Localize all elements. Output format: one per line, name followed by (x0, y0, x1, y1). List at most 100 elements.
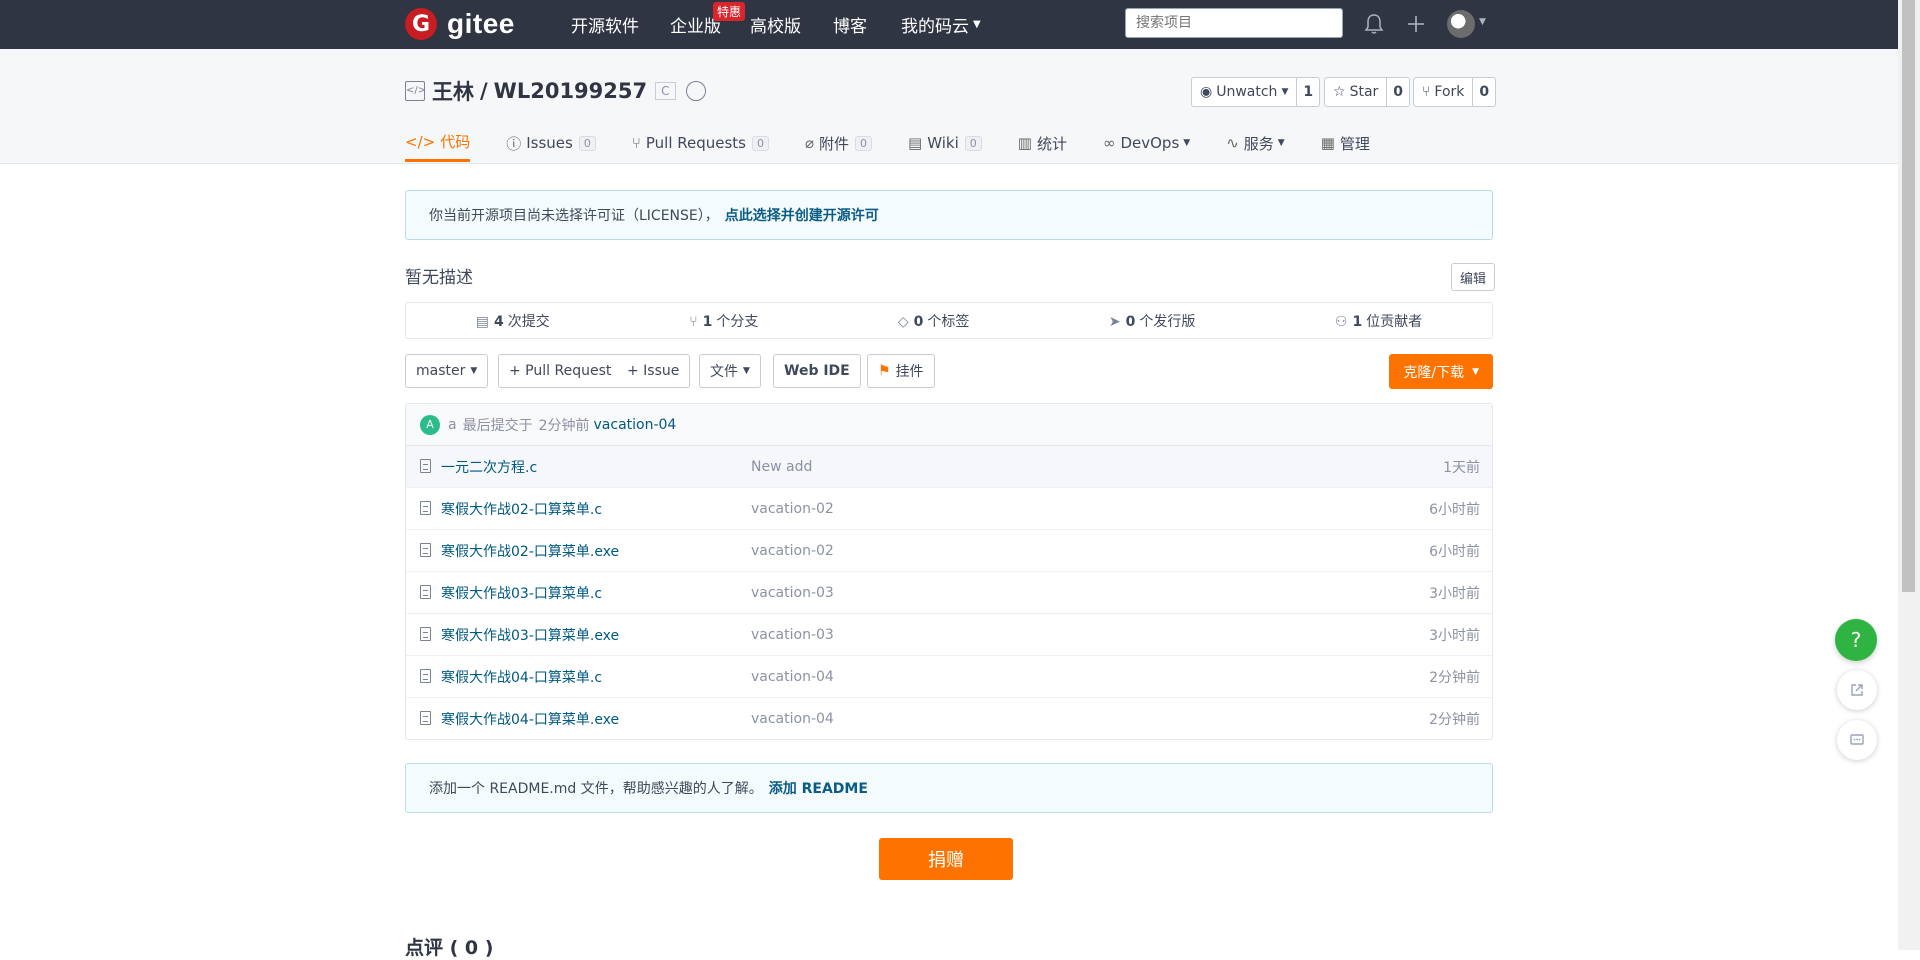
bookmark-icon: ⚑ (878, 363, 891, 379)
search-input[interactable] (1125, 8, 1343, 38)
commit-message[interactable]: vacation-04 (594, 417, 677, 433)
top-navbar: G gitee 开源软件 企业版 特惠 高校版 博客 我的码云 ▼ ▼ (0, 0, 1898, 49)
stat-releases[interactable]: ➤ 0 个发行版 (1109, 311, 1195, 331)
issues-count: 0 (578, 135, 596, 151)
file-time: 6小时前 (1429, 501, 1480, 518)
file-name[interactable]: 寒假大作战04-口算菜单.exe (441, 709, 619, 729)
pull-requests-count: 0 (752, 135, 769, 151)
chat-icon[interactable] (1837, 720, 1877, 760)
tab-code[interactable]: </> 代码 (405, 124, 471, 162)
file-commit-message[interactable]: New add (751, 459, 812, 475)
bell-icon[interactable] (1362, 12, 1386, 36)
file-row[interactable]: 寒假大作战04-口算菜单.exe vacation-04 2分钟前 (406, 698, 1492, 739)
file-list: A a 最后提交于 2分钟前 vacation-04 一元二次方程.c New … (405, 403, 1493, 740)
file-time: 2分钟前 (1429, 711, 1480, 728)
file-commit-message[interactable]: vacation-04 (751, 669, 834, 685)
caret-down-icon: ▼ (1472, 366, 1479, 377)
star-count[interactable]: 0 (1387, 78, 1409, 106)
web-ide-button[interactable]: Web IDE (773, 354, 861, 388)
plus-icon[interactable] (1404, 12, 1428, 36)
author-avatar[interactable]: A (420, 414, 440, 435)
file-name[interactable]: 寒假大作战03-口算菜单.c (441, 583, 602, 603)
new-issue-button[interactable]: + Issue (617, 354, 691, 388)
gitee-logo-icon: G (405, 8, 437, 40)
code-icon: </> (405, 132, 436, 151)
file-commit-message[interactable]: vacation-02 (751, 543, 834, 559)
tab-services[interactable]: ∿ 服务 ▼ (1226, 124, 1285, 162)
tab-issues[interactable]: ⓘ Issues 0 (506, 124, 596, 162)
file-icon (420, 585, 431, 599)
branch-select[interactable]: master ▼ (405, 354, 489, 388)
file-name[interactable]: 一元二次方程.c (441, 457, 537, 477)
donate-button[interactable]: 捐赠 (879, 838, 1013, 880)
watch-count[interactable]: 1 (1297, 78, 1319, 106)
file-time: 3小时前 (1429, 585, 1480, 602)
fork-count[interactable]: 0 (1473, 78, 1495, 106)
nav-open-source[interactable]: 开源软件 (571, 0, 639, 49)
tab-pull-requests[interactable]: ⑂ Pull Requests 0 (632, 124, 769, 162)
file-commit-message[interactable]: vacation-02 (751, 501, 834, 517)
new-pull-request-button[interactable]: + Pull Request (498, 354, 623, 388)
file-icon (420, 627, 431, 641)
settings-doc-icon: ▦ (1320, 134, 1335, 152)
file-time: 6小时前 (1429, 543, 1480, 560)
file-menu-button[interactable]: 文件 ▼ (699, 354, 761, 388)
avatar-caret-icon[interactable]: ▼ (1479, 17, 1486, 27)
file-name[interactable]: 寒假大作战04-口算菜单.c (441, 667, 602, 687)
repo-header: </> 王林 / WL20199257 C ◉ Unwatch ▼ 1 ☆ St… (0, 49, 1898, 164)
tab-devops[interactable]: ∞ DevOps ▼ (1103, 124, 1190, 162)
choose-license-link[interactable]: 点此选择并创建开源许可 (725, 205, 879, 225)
file-name[interactable]: 寒假大作战02-口算菜单.c (441, 499, 602, 519)
stat-tags[interactable]: ◇ 0 个标签 (898, 311, 970, 331)
file-commit-message[interactable]: vacation-04 (751, 711, 834, 727)
add-readme-link[interactable]: 添加 README (769, 778, 868, 798)
external-link-icon[interactable] (1837, 670, 1877, 710)
nav-blog[interactable]: 博客 (833, 0, 867, 49)
repo-name-link[interactable]: WL20199257 (494, 79, 647, 103)
file-time: 2分钟前 (1429, 669, 1480, 686)
clone-download-button[interactable]: 克隆/下载 ▼ (1389, 354, 1493, 389)
tab-attachments[interactable]: ⌀ 附件 0 (805, 124, 873, 162)
nav-education[interactable]: 高校版 (750, 0, 801, 49)
license-notice-text: 你当前开源项目尚未选择许可证（LICENSE）， (429, 208, 719, 224)
watch-button[interactable]: ◉ Unwatch ▼ (1192, 78, 1298, 106)
user-avatar[interactable] (1447, 10, 1475, 38)
file-row[interactable]: 寒假大作战03-口算菜单.exe vacation-03 3小时前 (406, 614, 1492, 656)
widget-button[interactable]: ⚑ 挂件 (867, 354, 935, 388)
star-button-group[interactable]: ☆ Star 0 (1324, 77, 1411, 107)
tab-statistics[interactable]: ▥ 统计 (1018, 124, 1067, 162)
send-icon: ➤ (1108, 313, 1121, 330)
recommend-badge-icon[interactable] (685, 81, 706, 101)
fork-button[interactable]: ⑂ Fork (1414, 78, 1474, 106)
edit-description-button[interactable]: 编辑 (1451, 263, 1496, 291)
tab-wiki[interactable]: ▤ Wiki 0 (908, 124, 982, 162)
nav-my-gitee[interactable]: 我的码云 ▼ (901, 0, 981, 49)
stat-commits[interactable]: ▤ 4 次提交 (476, 311, 550, 331)
watch-button-group[interactable]: ◉ Unwatch ▼ 1 (1191, 77, 1321, 107)
stat-contributors[interactable]: ⚇ 1 位贡献者 (1335, 311, 1422, 331)
file-commit-message[interactable]: vacation-03 (751, 585, 834, 601)
file-icon (420, 711, 431, 725)
fork-button-group[interactable]: ⑂ Fork 0 (1413, 77, 1497, 107)
file-row[interactable]: 寒假大作战02-口算菜单.exe vacation-02 6小时前 (406, 530, 1492, 572)
tab-manage[interactable]: ▦ 管理 (1321, 124, 1370, 162)
gitee-logo[interactable]: G gitee (405, 8, 515, 40)
help-button[interactable]: ? (1835, 619, 1877, 661)
file-commit-message[interactable]: vacation-03 (751, 627, 834, 643)
file-name[interactable]: 寒假大作战03-口算菜单.exe (441, 625, 619, 645)
file-time: 3小时前 (1429, 627, 1480, 644)
repo-owner-link[interactable]: 王林 (432, 76, 474, 106)
scrollbar-thumb[interactable] (1902, 0, 1915, 592)
commit-label: 最后提交于 (462, 417, 533, 434)
stat-branches[interactable]: ⑂ 1 个分支 (689, 311, 758, 331)
commit-author[interactable]: a (448, 417, 457, 433)
star-button[interactable]: ☆ Star (1325, 78, 1388, 106)
special-offer-badge: 特惠 (713, 2, 746, 21)
caret-down-icon: ▼ (1183, 138, 1191, 148)
file-row[interactable]: 寒假大作战04-口算菜单.c vacation-04 2分钟前 (406, 656, 1492, 698)
file-name[interactable]: 寒假大作战02-口算菜单.exe (441, 541, 619, 561)
file-row[interactable]: 寒假大作战03-口算菜单.c vacation-03 3小时前 (406, 572, 1492, 614)
file-time: 1天前 (1443, 459, 1480, 476)
file-row[interactable]: 寒假大作战02-口算菜单.c vacation-02 6小时前 (406, 488, 1492, 530)
file-row[interactable]: 一元二次方程.c New add 1天前 (406, 446, 1492, 488)
